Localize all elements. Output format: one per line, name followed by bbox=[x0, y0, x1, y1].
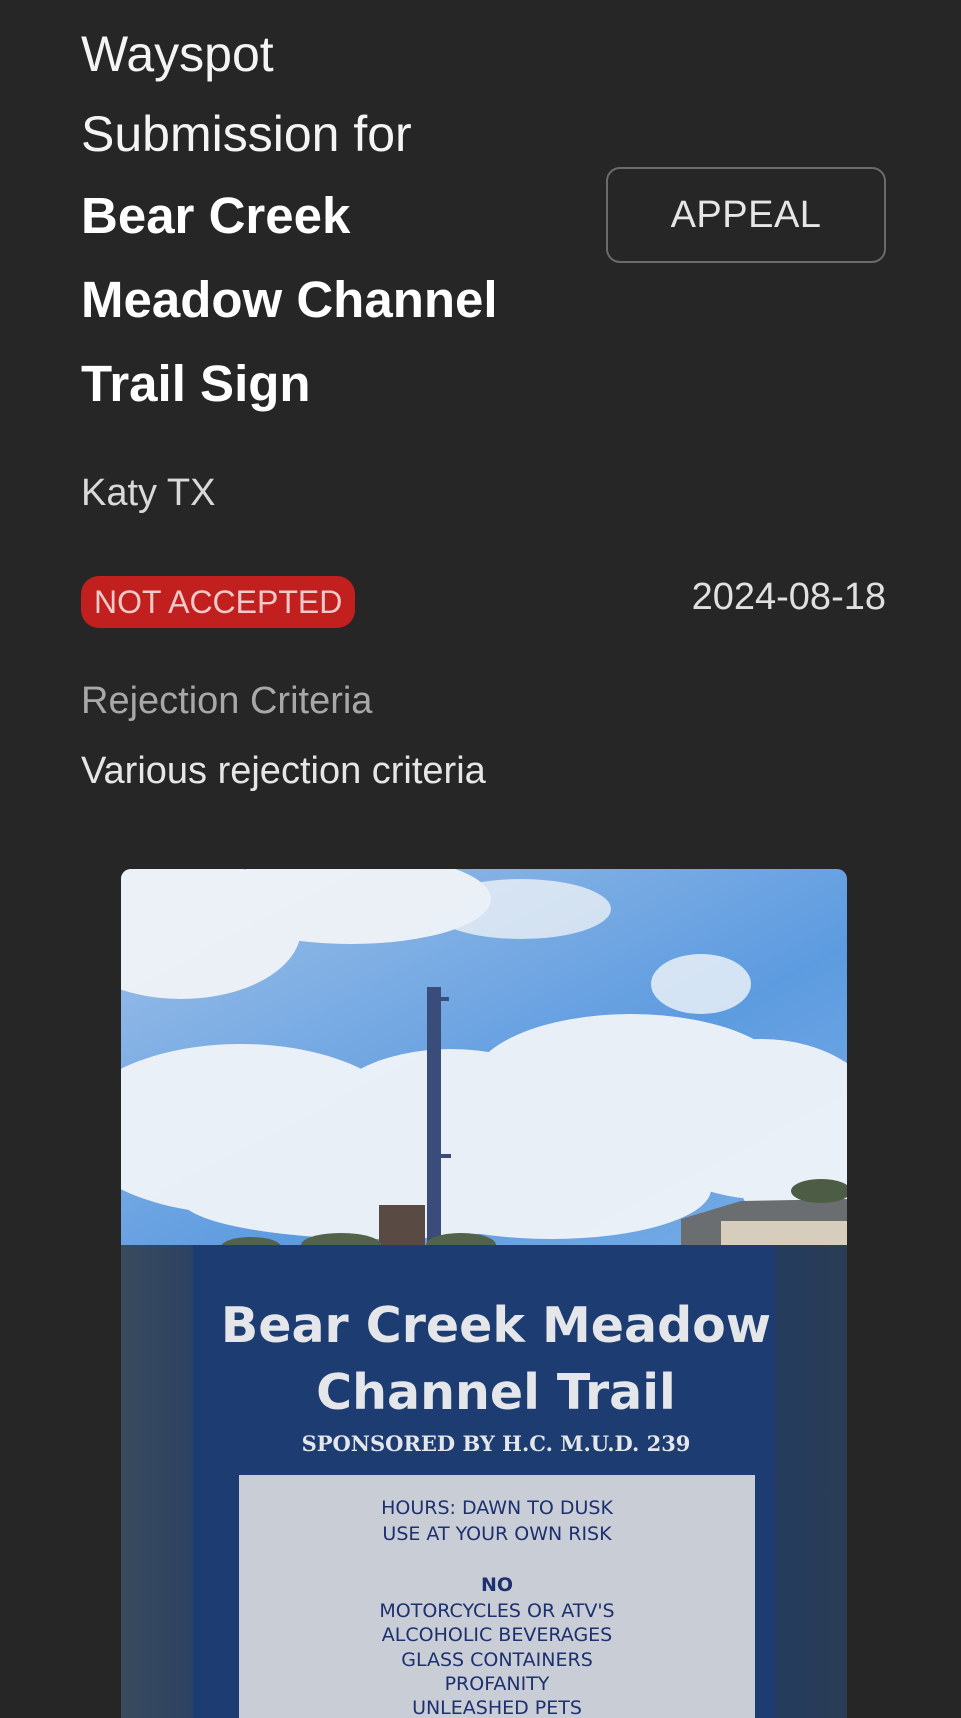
wayspot-name-line: Trail Sign bbox=[81, 355, 311, 412]
sign-title-line1: Bear Creek Meadow bbox=[221, 1297, 771, 1354]
sign-rule: GLASS CONTAINERS bbox=[401, 1649, 593, 1671]
sign-rule: MOTORCYCLES OR ATV'S bbox=[379, 1600, 614, 1622]
location-text: Katy TX bbox=[81, 472, 216, 514]
title-prefix-line: Wayspot bbox=[81, 26, 274, 82]
rejection-criteria-value: Various rejection criteria bbox=[81, 750, 486, 792]
page-title: Wayspot Submission for Bear Creek Meadow… bbox=[81, 14, 581, 426]
sign-sponsor: SPONSORED BY H.C. M.U.D. 239 bbox=[302, 1431, 691, 1456]
sign-rule: PROFANITY bbox=[445, 1673, 550, 1695]
sign-rule: ALCOHOLIC BEVERAGES bbox=[382, 1624, 612, 1646]
status-badge: NOT ACCEPTED bbox=[81, 576, 356, 628]
submission-date: 2024-08-18 bbox=[691, 576, 886, 618]
sign-rule: HOURS: DAWN TO DUSK bbox=[381, 1497, 613, 1519]
appeal-button[interactable]: APPEAL bbox=[606, 167, 886, 263]
sign-rule: UNLEASHED PETS bbox=[412, 1697, 582, 1718]
wayspot-name-line: Bear Creek bbox=[81, 187, 351, 244]
sign-rule: NO bbox=[481, 1574, 513, 1596]
submission-photo[interactable]: Bear Creek Meadow Channel Trail SPONSORE… bbox=[121, 869, 847, 1718]
title-prefix-line: Submission for bbox=[81, 106, 412, 162]
sign-rule: USE AT YOUR OWN RISK bbox=[382, 1523, 612, 1545]
rejection-criteria-label: Rejection Criteria bbox=[81, 680, 373, 722]
wayspot-name-line: Meadow Channel bbox=[81, 271, 498, 328]
sign-title-line2: Channel Trail bbox=[316, 1364, 676, 1421]
